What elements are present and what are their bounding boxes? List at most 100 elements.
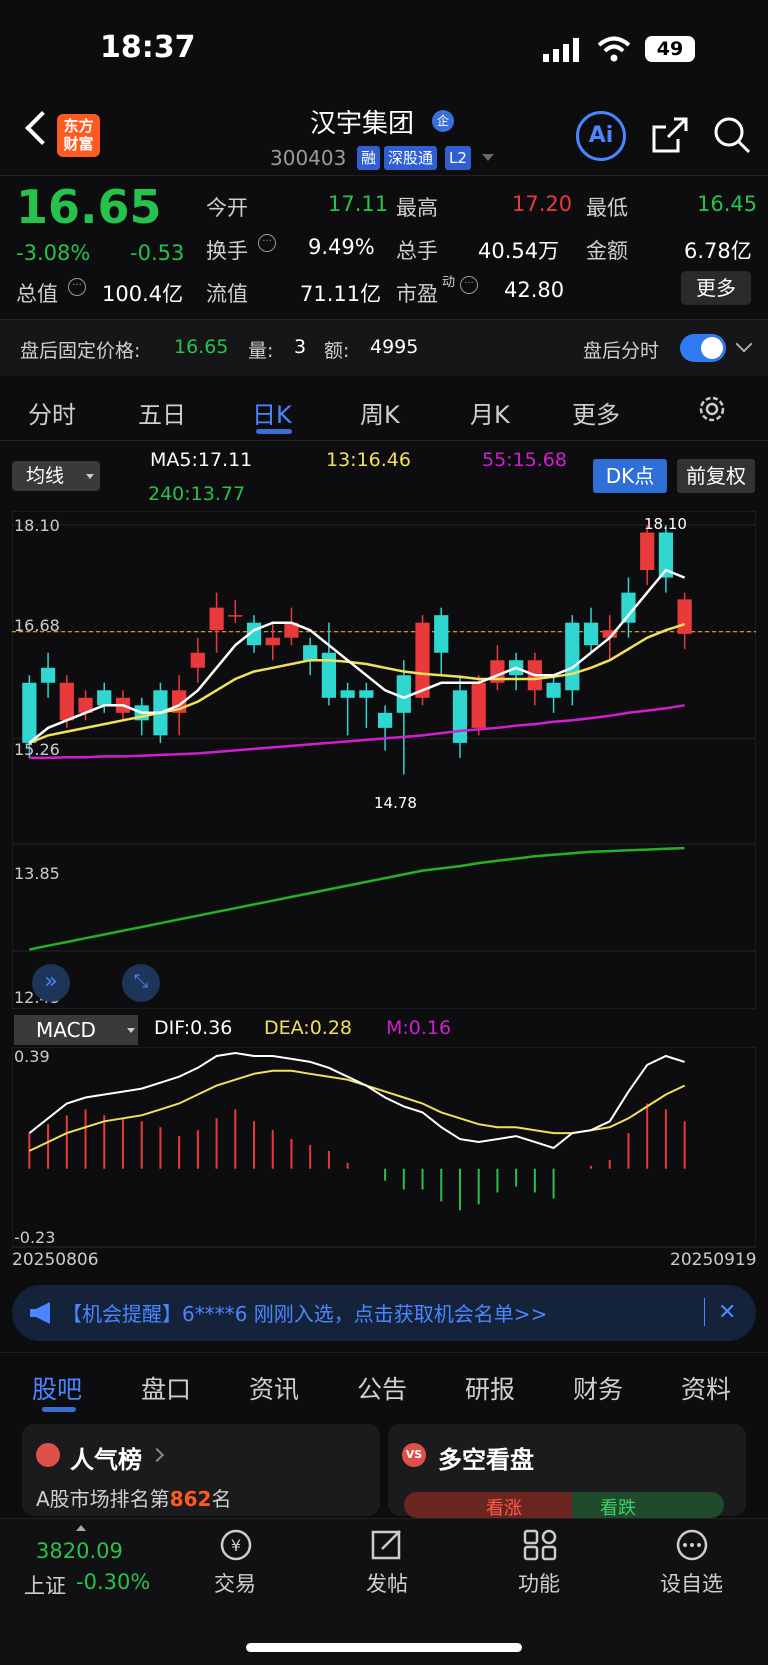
- more-button[interactable]: 更多: [681, 271, 751, 305]
- nav-trade[interactable]: 交易: [214, 1568, 256, 1598]
- x-end-date: 20250919: [670, 1250, 757, 1270]
- index-change[interactable]: -0.30%: [76, 1570, 150, 1594]
- high-value: 17.20: [512, 192, 573, 216]
- tab-profile[interactable]: 资料: [681, 1370, 731, 1406]
- market-cap-value: 100.4亿: [102, 282, 184, 306]
- candle-body: [677, 599, 692, 634]
- index-name[interactable]: 上证: [24, 1570, 66, 1600]
- candle-body: [583, 622, 599, 646]
- vs-icon: VS: [402, 1443, 426, 1467]
- expand-chart-icon[interactable]: »: [32, 964, 70, 1002]
- close-icon[interactable]: ✕: [718, 1300, 736, 1325]
- chart-frame: [12, 511, 756, 1009]
- bull-bear-title: 多空看盘: [438, 1446, 534, 1474]
- candle-body: [640, 532, 655, 571]
- volume-value: 40.54万: [478, 239, 560, 263]
- tab-research[interactable]: 研报: [465, 1370, 515, 1406]
- candle-body: [209, 607, 224, 631]
- divider: [704, 1298, 705, 1326]
- info-icon[interactable]: ···: [68, 278, 86, 296]
- candle-body: [415, 622, 430, 698]
- kline-chart[interactable]: [12, 511, 756, 1009]
- candle-body: [190, 652, 205, 668]
- tab-orderbook[interactable]: 盘口: [141, 1370, 191, 1406]
- yen-trade-icon[interactable]: ¥: [216, 1527, 256, 1563]
- signal-icon: [543, 38, 583, 62]
- adjust-button[interactable]: 前复权: [677, 459, 755, 493]
- macd-dea-label: DEA:0.28: [264, 1017, 353, 1039]
- tab-announcements[interactable]: 公告: [357, 1370, 407, 1406]
- info-icon[interactable]: ···: [258, 234, 276, 252]
- float-cap-value: 71.11亿: [300, 282, 382, 306]
- active-tab-indicator: [42, 1407, 76, 1412]
- tag-connect: 深股通: [384, 146, 438, 170]
- nav-add-watchlist[interactable]: 设自选: [660, 1568, 723, 1598]
- candle-body: [40, 667, 56, 683]
- nav-functions[interactable]: 功能: [518, 1568, 560, 1598]
- candle-body: [396, 675, 411, 713]
- ranking-icon: [36, 1443, 60, 1467]
- x-start-date: 20250806: [12, 1250, 99, 1270]
- divider: [0, 1352, 768, 1353]
- tab-news[interactable]: 资讯: [249, 1370, 299, 1406]
- tab-five-day[interactable]: 五日: [138, 395, 186, 430]
- app-logo: 东方财富: [57, 114, 100, 157]
- price-axis-label: 18.10: [14, 516, 60, 535]
- sub-indicator-select[interactable]: MACD: [14, 1015, 138, 1045]
- amount-value: 6.78亿: [684, 239, 752, 263]
- index-value[interactable]: 3820.09: [36, 1539, 123, 1563]
- info-icon[interactable]: ···: [460, 276, 478, 294]
- chevron-up-icon: [76, 1525, 86, 1531]
- tab-monthly-k[interactable]: 月K: [470, 395, 510, 430]
- tab-timeshare[interactable]: 分时: [28, 395, 76, 430]
- macd-axis-label: -0.23: [14, 1228, 56, 1247]
- price-axis-label: 15.26: [14, 740, 60, 759]
- settings-gear-icon[interactable]: [697, 394, 727, 424]
- nav-post[interactable]: 发帖: [366, 1568, 408, 1598]
- search-icon[interactable]: [712, 115, 752, 155]
- tab-finance[interactable]: 财务: [573, 1370, 623, 1406]
- share-icon[interactable]: [650, 115, 690, 155]
- more-dots-icon[interactable]: [672, 1527, 712, 1563]
- candle-body: [228, 615, 243, 617]
- ai-button[interactable]: Ai: [576, 111, 626, 161]
- macd-m-label: M:0.16: [386, 1017, 452, 1039]
- stock-name: 汉宇集团: [310, 109, 415, 139]
- bull-bear-bar[interactable]: 看涨 看跌: [404, 1492, 724, 1518]
- notice-text[interactable]: 【机会提醒】6****6 刚刚入选，点击获取机会名单>>: [62, 1298, 547, 1327]
- candle-body: [22, 682, 37, 743]
- status-time: 18:37: [100, 30, 196, 65]
- high-annotation: 18.10: [644, 515, 687, 533]
- tab-more[interactable]: 更多: [572, 395, 620, 430]
- tag-level2: L2: [445, 146, 471, 170]
- grid-apps-icon[interactable]: [520, 1527, 560, 1563]
- candle-body: [546, 682, 561, 698]
- edit-post-icon[interactable]: [368, 1527, 408, 1563]
- ma240-line: [29, 846, 685, 951]
- rank-text: A股市场排名第862名: [36, 1483, 231, 1512]
- price-axis-label: 13.85: [14, 864, 60, 883]
- back-icon[interactable]: [25, 111, 59, 145]
- candle-body: [452, 690, 468, 743]
- after-hours-toggle[interactable]: [680, 334, 726, 362]
- wifi-icon: [597, 36, 631, 62]
- macd-chart[interactable]: [12, 1047, 756, 1253]
- turnover-label: 换手: [206, 239, 248, 263]
- turnover-value: 9.49%: [308, 235, 375, 259]
- ma55-line: [29, 704, 685, 760]
- tab-daily-k[interactable]: 日K: [252, 395, 292, 430]
- candle-body: [340, 690, 355, 698]
- tab-weekly-k[interactable]: 周K: [360, 395, 400, 430]
- dif-line: [28, 1051, 685, 1150]
- tab-forum[interactable]: 股吧: [32, 1370, 82, 1406]
- rank-value: 862: [169, 1487, 212, 1511]
- dk-point-button[interactable]: DK点: [593, 459, 667, 493]
- svg-text:¥: ¥: [231, 1536, 241, 1555]
- candle-body: [265, 637, 280, 646]
- pe-dynamic-mark: 动: [442, 275, 456, 290]
- fullscreen-icon[interactable]: ⤡: [122, 964, 160, 1002]
- divider: [0, 175, 768, 176]
- bear-bar[interactable]: [572, 1492, 724, 1518]
- tag-margin: 融: [357, 146, 381, 170]
- chevron-down-icon[interactable]: [482, 154, 494, 161]
